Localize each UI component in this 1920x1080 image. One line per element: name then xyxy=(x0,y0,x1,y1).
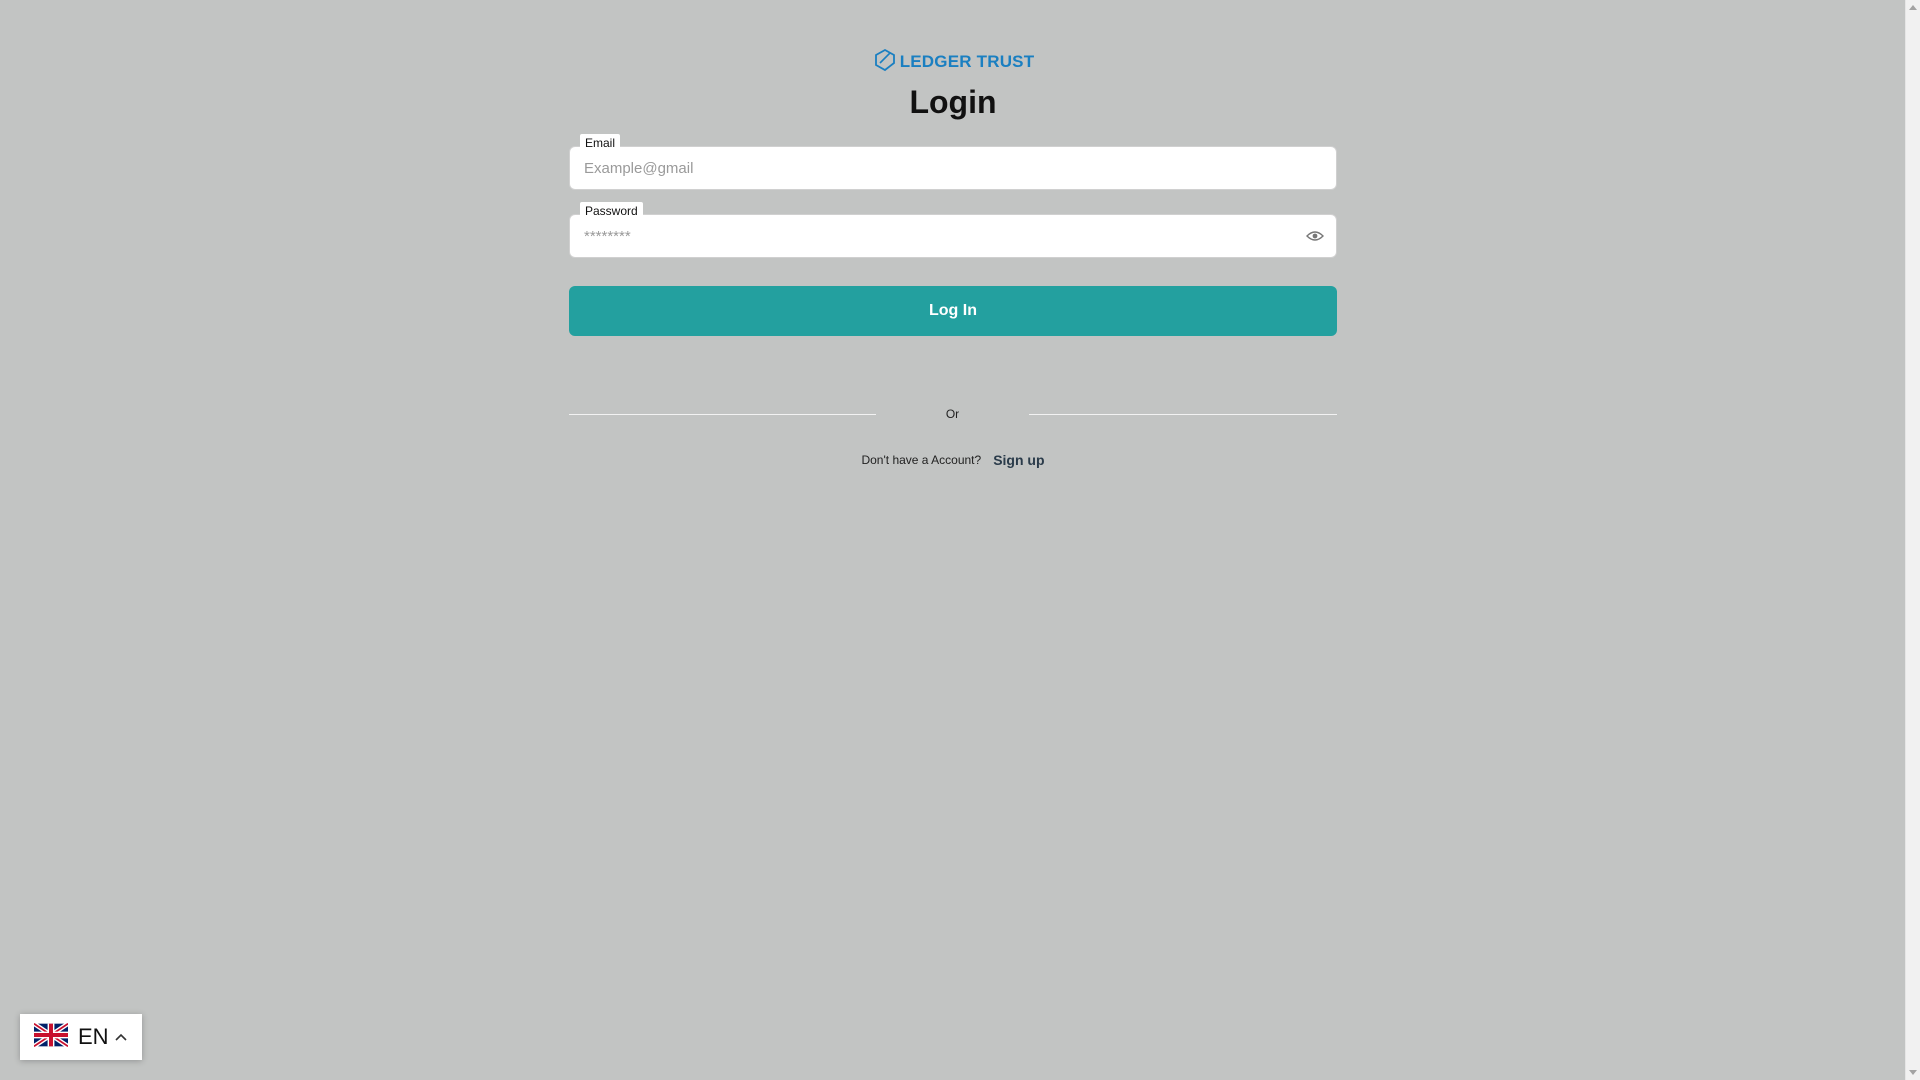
email-field-group: Email xyxy=(569,134,1337,190)
password-field-group: Password xyxy=(569,202,1337,258)
shield-logo-icon xyxy=(872,47,898,78)
login-button[interactable]: Log In xyxy=(569,286,1337,336)
brand-logo: LEDGER TRUST xyxy=(569,48,1337,76)
scroll-down-icon[interactable] xyxy=(1909,1070,1917,1075)
eye-icon[interactable] xyxy=(1305,226,1325,246)
or-divider: Or xyxy=(569,406,1337,422)
login-page: LEDGER TRUST Login Email Password Log In… xyxy=(0,0,1905,1080)
language-code: EN xyxy=(78,1024,109,1049)
divider-line-right xyxy=(1029,413,1337,415)
divider-line-left xyxy=(569,413,876,415)
divider-text: Or xyxy=(945,407,960,421)
language-switcher[interactable]: EN xyxy=(20,1014,142,1060)
email-label: Email xyxy=(580,134,621,152)
password-label: Password xyxy=(580,202,643,220)
email-input[interactable] xyxy=(569,146,1337,190)
password-input[interactable] xyxy=(569,214,1337,258)
page-title: Login xyxy=(909,84,997,120)
login-card: LEDGER TRUST Login Email Password Log In… xyxy=(569,48,1337,468)
signup-prompt: Don't have a Account? xyxy=(861,453,982,467)
uk-flag-icon xyxy=(32,1021,70,1052)
brand-name: LEDGER TRUST xyxy=(899,52,1035,71)
vertical-scrollbar[interactable] xyxy=(1905,0,1920,1080)
signup-link[interactable]: Sign up xyxy=(993,452,1044,468)
signup-row: Don't have a Account? Sign up xyxy=(569,452,1337,468)
scroll-up-icon[interactable] xyxy=(1909,5,1917,10)
chevron-up-icon xyxy=(114,1033,127,1041)
